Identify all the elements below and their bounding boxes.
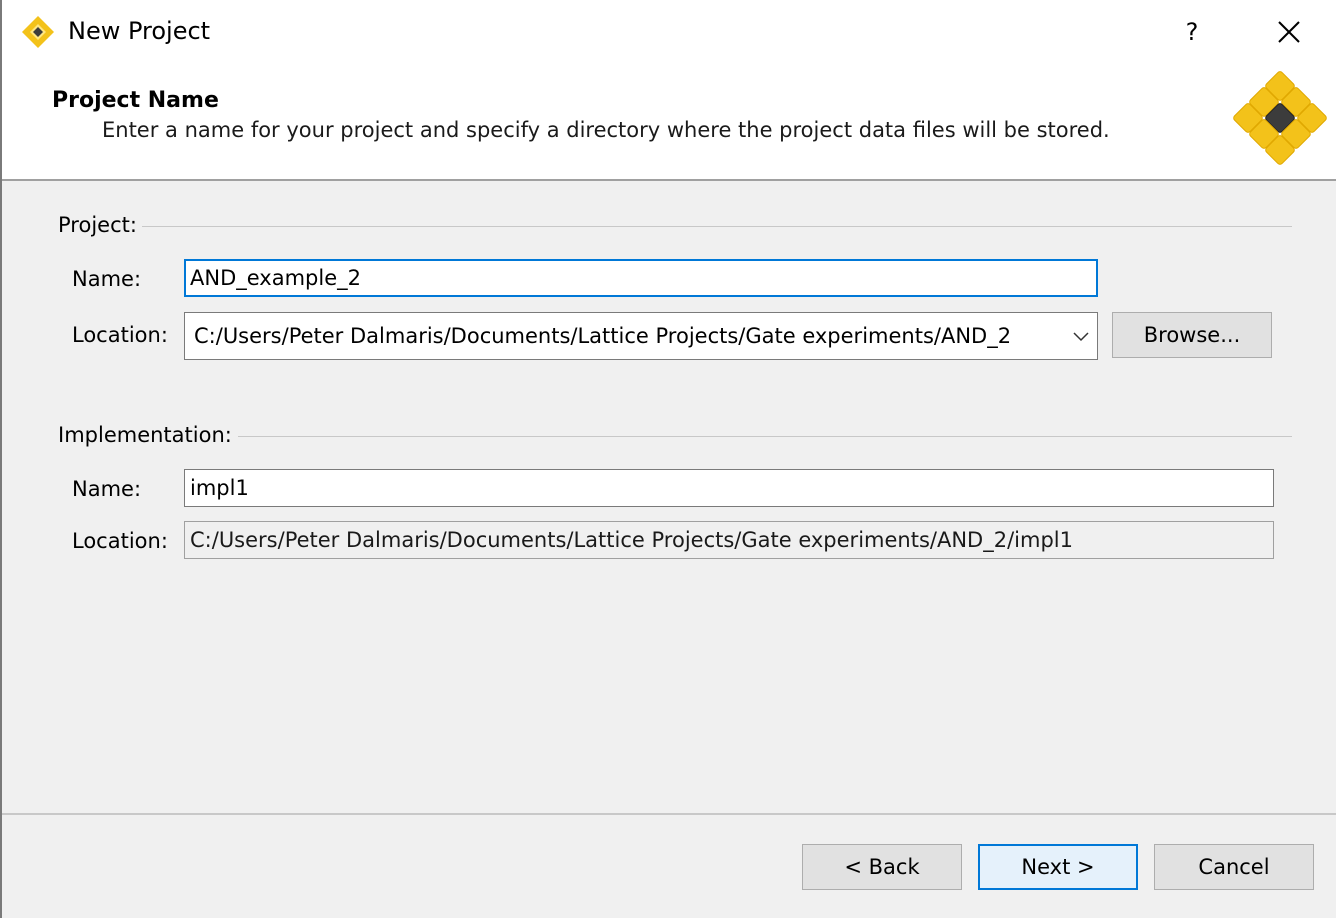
- implementation-group-label: Implementation:: [58, 423, 236, 447]
- implementation-name-input[interactable]: impl1: [184, 469, 1274, 507]
- cancel-button[interactable]: Cancel: [1154, 844, 1314, 890]
- window-title: New Project: [68, 17, 211, 45]
- new-project-dialog: New Project ? Project Name Enter a name …: [0, 0, 1336, 918]
- implementation-group-line: [238, 436, 1292, 437]
- close-icon[interactable]: [1264, 12, 1314, 52]
- project-name-label: Name:: [72, 267, 142, 291]
- wizard-footer: < Back Next > Cancel: [2, 815, 1336, 918]
- implementation-name-label: Name:: [72, 477, 142, 501]
- implementation-location-field: C:/Users/Peter Dalmaris/Documents/Lattic…: [184, 521, 1274, 559]
- wizard-content: Project: Name: AND_example_2 Location: C…: [2, 181, 1336, 813]
- page-title: Project Name: [52, 88, 219, 113]
- help-button[interactable]: ?: [1168, 12, 1216, 52]
- wizard-header: Project Name Enter a name for your proje…: [2, 64, 1336, 179]
- project-group-label: Project:: [58, 213, 141, 237]
- page-description: Enter a name for your project and specif…: [102, 118, 1110, 142]
- title-bar: New Project ?: [2, 0, 1336, 64]
- lattice-diamond-icon: [22, 16, 54, 48]
- next-button[interactable]: Next >: [978, 844, 1138, 890]
- project-location-label: Location:: [72, 323, 168, 347]
- browse-button[interactable]: Browse...: [1112, 312, 1272, 358]
- project-group-line: [142, 226, 1292, 227]
- project-location-combo[interactable]: C:/Users/Peter Dalmaris/Documents/Lattic…: [184, 312, 1098, 360]
- back-button[interactable]: < Back: [802, 844, 962, 890]
- lattice-diamond-logo: [1233, 71, 1327, 165]
- project-name-input[interactable]: AND_example_2: [184, 259, 1098, 297]
- implementation-location-label: Location:: [72, 529, 168, 553]
- chevron-down-icon[interactable]: [1071, 328, 1091, 344]
- project-location-value: C:/Users/Peter Dalmaris/Documents/Lattic…: [194, 324, 1012, 348]
